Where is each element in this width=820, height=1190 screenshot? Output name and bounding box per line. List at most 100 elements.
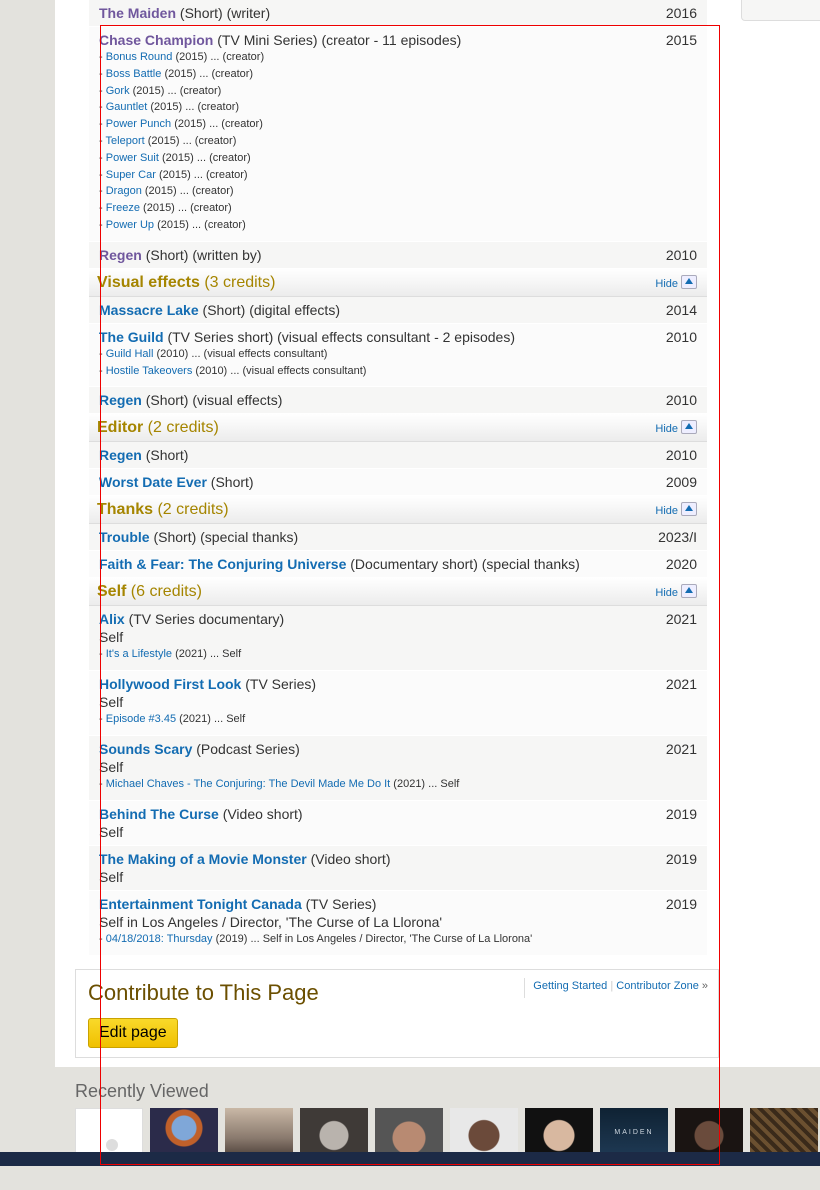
episode-line: - Super Car (2015) ... (creator) [99, 168, 248, 181]
filmography-row: Chase Champion (TV Mini Series) (creator… [89, 27, 707, 242]
episode-link[interactable]: Super Car [106, 169, 156, 181]
section-name: Visual effects [97, 273, 200, 291]
bottom-bar [0, 1152, 820, 1166]
filmography-row: The Guild (TV Series short) (visual effe… [89, 323, 707, 388]
episode-link[interactable]: Michael Chaves - The Conjuring: The Devi… [106, 778, 391, 790]
filmography-row: Faith & Fear: The Conjuring Universe (Do… [89, 551, 707, 579]
credit-year: 2023/I [658, 529, 697, 546]
episode-link[interactable]: Teleport [106, 135, 145, 147]
credit-title-link[interactable]: Chase Champion [99, 32, 213, 48]
credit-details: (TV Series) [305, 895, 377, 912]
episode-credit: (2015) ... (creator) [144, 185, 234, 198]
hide-label: Hide [655, 423, 678, 436]
episode-link[interactable]: It's a Lifestyle [106, 648, 172, 660]
recent-thumb-10[interactable] [750, 1108, 818, 1158]
episode-link[interactable]: Power Up [106, 219, 154, 231]
episode-link[interactable]: Episode #3.45 [106, 713, 176, 725]
section-name: Thanks [97, 501, 154, 519]
chevron-right-icon: » [701, 980, 708, 992]
episode-credit: (2015) ... (creator) [158, 168, 248, 181]
recent-thumb-7[interactable] [525, 1108, 593, 1158]
credit-year: 2010 [665, 392, 697, 409]
episode-credit: (2015) ... (creator) [162, 151, 251, 164]
recent-thumb-9[interactable] [675, 1108, 743, 1158]
episode-line: - Gork (2015) ... (creator) [99, 84, 222, 97]
episode-link[interactable]: Guild Hall [106, 348, 154, 360]
episode-credit: (2019) ... Self in Los Angeles / Directo… [215, 932, 533, 945]
credit-title-link[interactable]: Regen [99, 392, 142, 408]
credit-title-link[interactable]: Entertainment Tonight Canada [99, 896, 302, 912]
credit-title-link[interactable]: The Maiden [99, 5, 176, 21]
episode-link[interactable]: Gauntlet [106, 101, 148, 113]
filmography-row: Massacre Lake (Short) (digital effects) 2… [89, 296, 707, 324]
episode-link[interactable]: Dragon [106, 185, 142, 197]
episode-line: - Gauntlet (2015) ... (creator) [99, 101, 240, 114]
credit-title-link[interactable]: Faith & Fear: The Conjuring Universe [99, 556, 346, 572]
episode-credit: (2015) ... (creator) [143, 202, 232, 215]
credit-title-link[interactable]: Behind The Curse [99, 806, 219, 822]
credit-title-link[interactable]: Trouble [99, 529, 150, 545]
hide-label: Hide [655, 505, 678, 518]
recent-thumb-1[interactable] [75, 1108, 143, 1158]
credit-role: Self [99, 823, 124, 840]
recent-thumb-3[interactable] [225, 1108, 293, 1158]
credit-title-link[interactable]: Massacre Lake [99, 302, 199, 318]
edit-page-button[interactable]: Edit page [88, 1018, 178, 1048]
episode-link[interactable]: Power Suit [106, 152, 159, 164]
credit-title-link[interactable]: Worst Date Ever [99, 474, 207, 490]
section-heading: Visual effects (3 credits) Hide [89, 268, 707, 297]
episode-link[interactable]: Power Punch [106, 118, 171, 130]
hide-toggle[interactable]: Hide [655, 502, 697, 517]
credit-title-link[interactable]: Hollywood First Look [99, 676, 241, 692]
filmography-row: The Maiden (Short) (writer) 2016 [89, 0, 707, 27]
episode-link[interactable]: Gork [106, 85, 130, 97]
credit-title-link[interactable]: Sounds Scary [99, 741, 192, 757]
recent-thumb-8[interactable]: MAIDEN [600, 1108, 668, 1158]
recent-thumb-6[interactable] [450, 1108, 518, 1158]
filmography-row: Regen (Short) (written by) 2010 [89, 241, 707, 269]
episode-link[interactable]: 04/18/2018: Thursday [106, 933, 213, 945]
episode-link[interactable]: Freeze [106, 202, 140, 214]
credit-year: 2014 [665, 301, 697, 318]
episode-credit: (2015) ... (creator) [150, 101, 240, 114]
section-count: (3 credits) [204, 273, 276, 291]
episode-link[interactable]: Hostile Takeovers [106, 365, 193, 377]
episode-line: - Hostile Takeovers (2010) ... (visual e… [99, 364, 367, 377]
credit-year: 2019 [665, 895, 697, 912]
sidebar-edge [741, 0, 820, 21]
hide-toggle[interactable]: Hide [655, 274, 697, 290]
episode-credit: (2015) ... (creator) [175, 51, 265, 63]
episode-line: - Boss Battle (2015) ... (creator) [99, 67, 254, 80]
credit-title-link[interactable]: The Guild [99, 329, 164, 345]
episode-line: - Freeze (2015) ... (creator) [99, 202, 232, 215]
credit-year: 2020 [665, 556, 697, 573]
credit-title-link[interactable]: The Making of a Movie Monster [99, 851, 307, 867]
credit-title-link[interactable]: Alix [99, 611, 125, 627]
episode-link[interactable]: Bonus Round [106, 51, 173, 63]
credit-details: (Short) (visual effects) [145, 392, 283, 409]
getting-started-link[interactable]: Getting Started [533, 980, 607, 992]
episode-line: - Power Suit (2015) ... (creator) [99, 151, 251, 164]
contributor-zone-link[interactable]: Contributor Zone [616, 980, 699, 992]
credit-role: Self [99, 629, 124, 646]
hide-toggle[interactable]: Hide [655, 420, 697, 435]
credit-title-link[interactable]: Regen [99, 447, 142, 463]
episode-credit: (2021) ... Self [179, 713, 246, 726]
recent-thumb-5[interactable] [375, 1108, 443, 1158]
placeholder-icon [106, 1139, 118, 1151]
recent-thumb-4[interactable] [300, 1108, 368, 1158]
recent-thumb-2[interactable] [150, 1108, 218, 1158]
episode-line: - Michael Chaves - The Conjuring: The De… [99, 777, 460, 790]
credit-role: Self [99, 694, 124, 711]
hide-toggle[interactable]: Hide [655, 584, 697, 599]
filmography-row: The Making of a Movie Monster (Video sho… [89, 845, 707, 891]
chevron-up-icon [681, 420, 697, 435]
episode-credit: (2021) ... Self [393, 777, 460, 790]
credit-title-link[interactable]: Regen [99, 247, 142, 263]
filmography-row: Regen (Short) 2010 [89, 442, 707, 470]
episode-link[interactable]: Boss Battle [106, 68, 162, 80]
credit-year: 2019 [665, 805, 697, 822]
section-count: (2 credits) [147, 419, 219, 437]
credit-details: (TV Series short) (visual effects consul… [167, 328, 516, 345]
credit-year: 2021 [665, 611, 697, 628]
